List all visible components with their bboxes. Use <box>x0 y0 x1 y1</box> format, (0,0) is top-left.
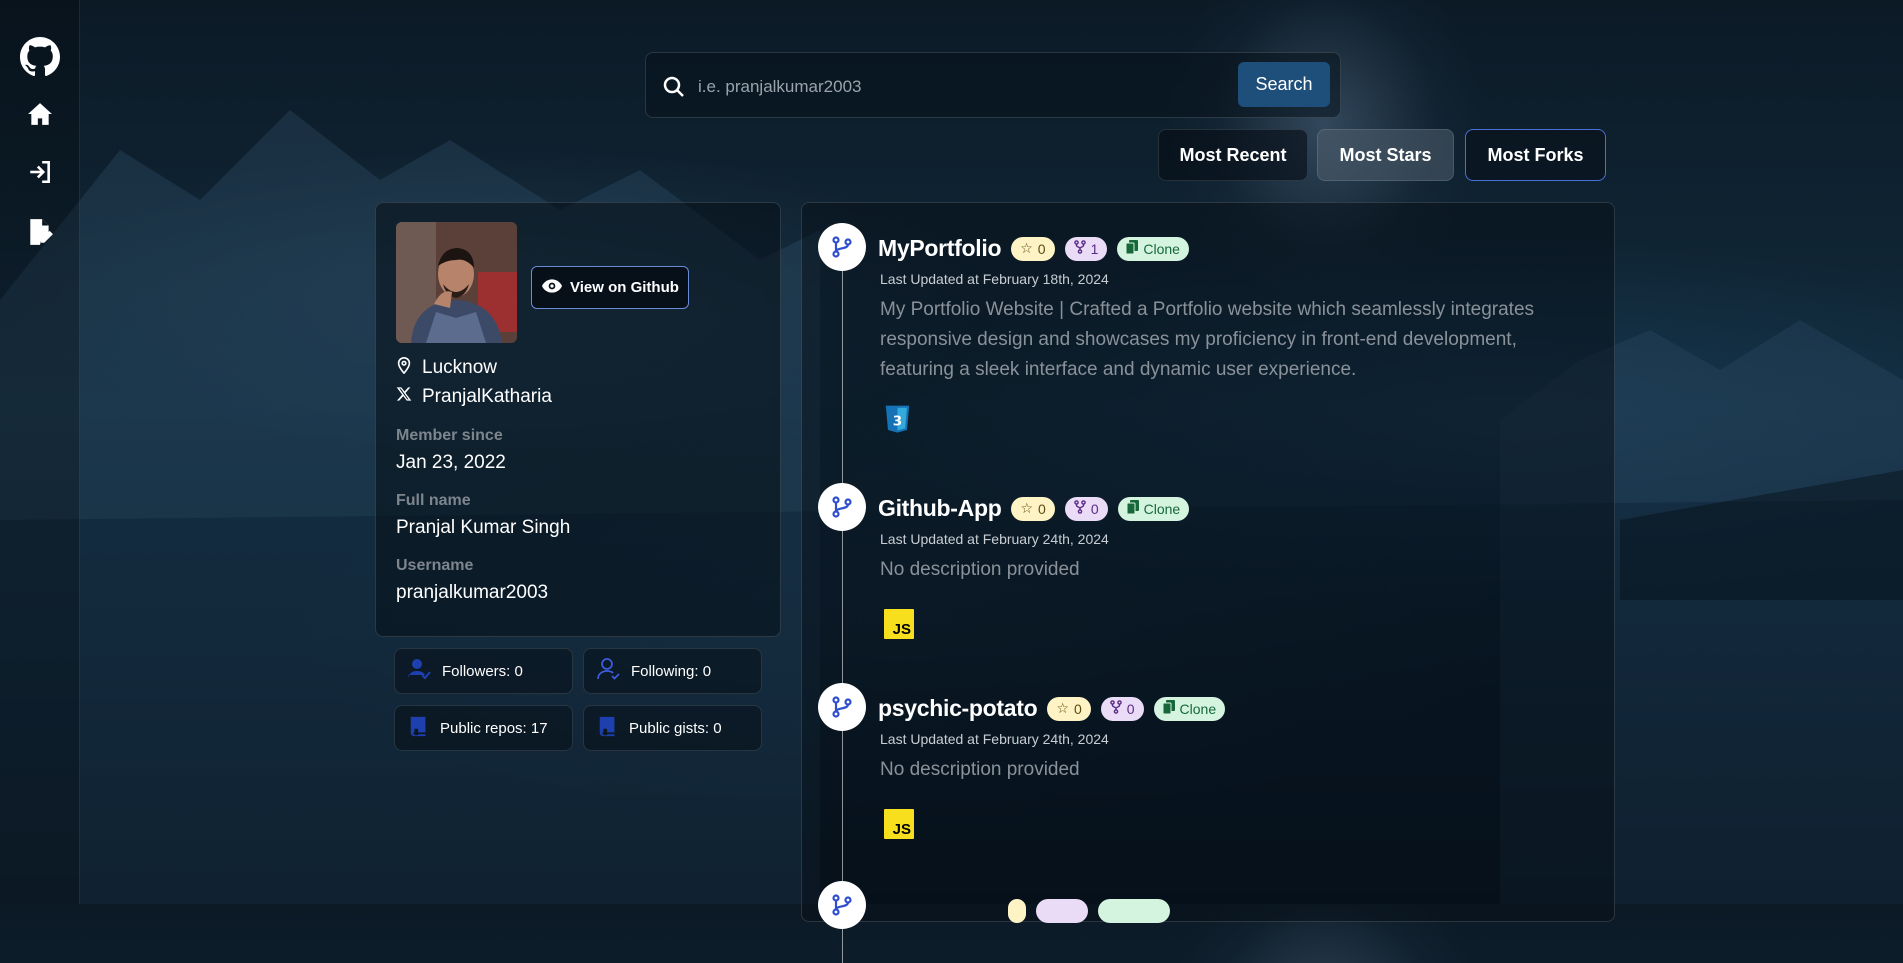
language-label: JS <box>892 821 911 838</box>
star-badge: ☆ 0 <box>1047 696 1091 721</box>
public-gists-stat: Public gists: 0 <box>583 705 762 751</box>
public-repos-stat: Public repos: 17 <box>394 705 573 751</box>
git-branch-icon <box>818 683 866 731</box>
clone-button[interactable]: Clone <box>1117 496 1190 521</box>
star-icon: ☆ <box>1020 240 1033 256</box>
last-updated: Last Updated at February 18th, 2024 <box>880 271 1109 287</box>
repo-description: No description provided <box>880 559 1080 580</box>
eye-icon <box>542 278 562 297</box>
book-icon <box>597 715 619 741</box>
repo-description: No description provided <box>880 759 1080 780</box>
css3-icon: 3 <box>884 405 914 437</box>
star-count: 0 <box>1038 500 1046 517</box>
user-outline-icon <box>597 657 621 685</box>
view-on-github-button[interactable]: View on Github <box>531 266 689 309</box>
fork-count: 1 <box>1090 240 1099 257</box>
last-updated: Last Updated at February 24th, 2024 <box>880 731 1109 747</box>
fork-badge: 0 <box>1100 696 1144 721</box>
fork-icon <box>1074 500 1086 517</box>
clone-label: Clone <box>1143 240 1180 257</box>
user-check-icon <box>408 657 432 685</box>
copy-icon <box>1162 700 1175 717</box>
clone-button[interactable]: Clone <box>1117 236 1189 261</box>
fork-count: 0 <box>1090 500 1099 517</box>
fork-icon <box>1109 700 1122 717</box>
list-item: Github-App ☆ 0 0 Clone Last Updated at Fe… <box>818 483 1598 663</box>
star-badge <box>1008 899 1026 923</box>
search-button[interactable]: Search <box>1238 62 1330 107</box>
member-since-value: Jan 23, 2022 <box>396 452 506 473</box>
copy-icon <box>1126 500 1139 517</box>
fork-badge: 1 <box>1064 236 1108 261</box>
following-count: Following: 0 <box>631 662 712 680</box>
search-icon <box>662 75 686 104</box>
signup-icon[interactable] <box>20 212 60 252</box>
javascript-icon: JS <box>884 609 914 639</box>
star-badge: ☆ 0 <box>1011 236 1055 261</box>
view-on-github-label: View on Github <box>570 279 679 296</box>
last-updated: Last Updated at February 24th, 2024 <box>880 531 1109 547</box>
profile-card: View on Github Lucknow PranjalKatharia M… <box>375 202 781 637</box>
fork-icon <box>1073 240 1086 257</box>
username-value: pranjalkumar2003 <box>396 582 549 603</box>
javascript-icon: JS <box>884 809 914 839</box>
list-item: psychic-potato ☆ 0 0 Clone Last Updated a… <box>818 683 1598 863</box>
fork-badge: 0 <box>1064 496 1108 521</box>
twitter-handle: PranjalKatharia <box>422 386 552 407</box>
sidebar <box>0 0 80 904</box>
twitter-row[interactable]: PranjalKatharia <box>396 386 552 408</box>
location-text: Lucknow <box>422 357 497 378</box>
map-pin-icon <box>396 356 412 380</box>
avatar <box>396 222 517 343</box>
language-label: JS <box>892 621 911 638</box>
fork-count: 0 <box>1126 700 1135 717</box>
search-bar: Search <box>645 52 1341 118</box>
copy-icon <box>1125 240 1139 257</box>
followers-stat: Followers: 0 <box>394 648 573 694</box>
repo-list: MyPortfolio ☆ 0 1 Clone Last Updated at F… <box>801 202 1615 963</box>
list-item: MyPortfolio ☆ 0 1 Clone Last Updated at F… <box>818 223 1598 463</box>
member-since-label: Member since <box>396 427 503 444</box>
public-gists-count: Public gists: 0 <box>629 719 722 737</box>
clone-button[interactable] <box>1098 899 1170 923</box>
svg-text:3: 3 <box>893 413 902 429</box>
star-count: 0 <box>1037 240 1046 257</box>
followers-count: Followers: 0 <box>442 662 523 680</box>
login-icon[interactable] <box>20 152 60 192</box>
list-item <box>818 881 1598 929</box>
star-icon: ☆ <box>1020 500 1034 516</box>
sort-most-recent-button[interactable]: Most Recent <box>1158 129 1308 181</box>
repo-name[interactable]: Github-App <box>878 495 1002 522</box>
sort-most-stars-button[interactable]: Most Stars <box>1317 129 1454 181</box>
repo-name[interactable]: MyPortfolio <box>878 235 1002 262</box>
git-branch-icon <box>818 881 866 929</box>
username-label: Username <box>396 557 474 574</box>
sort-most-forks-button[interactable]: Most Forks <box>1465 129 1606 181</box>
following-stat: Following: 0 <box>583 648 762 694</box>
git-branch-icon <box>818 483 866 531</box>
home-icon[interactable] <box>20 94 60 134</box>
git-branch-icon <box>818 223 866 271</box>
location-row: Lucknow <box>396 356 497 380</box>
search-input[interactable] <box>696 73 1260 101</box>
star-icon: ☆ <box>1056 700 1069 716</box>
full-name-value: Pranjal Kumar Singh <box>396 517 571 538</box>
public-repos-count: Public repos: 17 <box>440 719 548 737</box>
clone-label: Clone <box>1143 500 1181 517</box>
clone-button[interactable]: Clone <box>1153 696 1226 721</box>
star-count: 0 <box>1073 700 1082 717</box>
full-name-label: Full name <box>396 492 471 509</box>
repo-name[interactable]: psychic-potato <box>878 695 1038 722</box>
x-twitter-icon <box>396 386 412 408</box>
clone-label: Clone <box>1179 700 1217 717</box>
repo-description: My Portfolio Website | Crafted a Portfol… <box>880 299 1535 380</box>
star-badge: ☆ 0 <box>1011 496 1055 521</box>
github-logo-icon[interactable] <box>20 37 60 77</box>
book-icon <box>408 715 430 741</box>
fork-badge <box>1036 899 1088 923</box>
